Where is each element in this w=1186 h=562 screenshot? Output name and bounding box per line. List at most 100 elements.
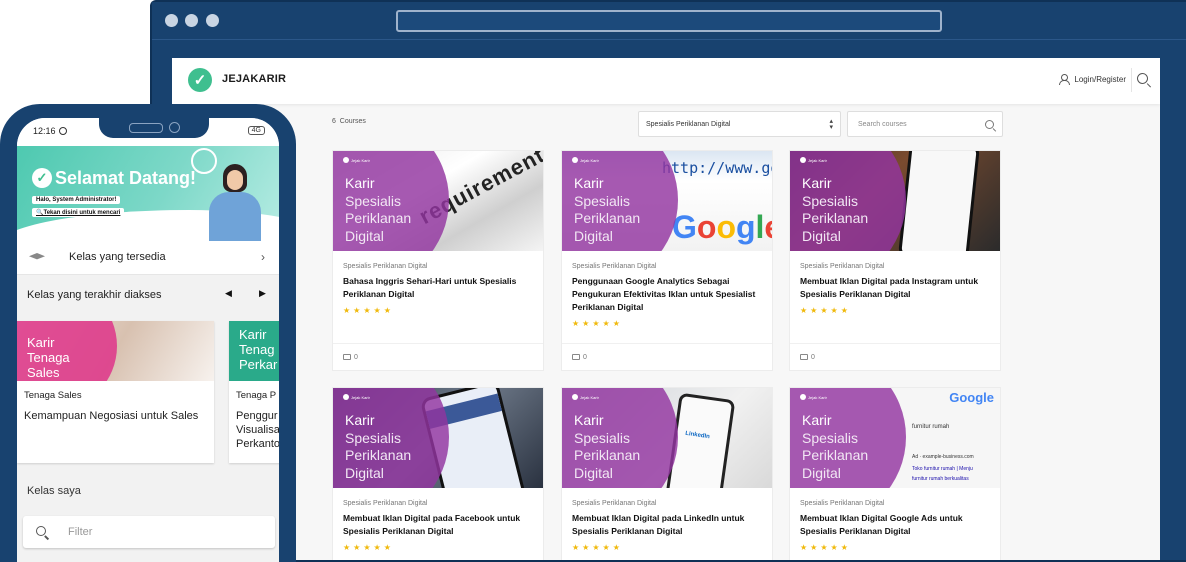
- battery-icon: 4G: [247, 126, 265, 135]
- comment-count: 0: [583, 353, 587, 361]
- logo-icon: ✓: [32, 168, 52, 188]
- my-classes-label: Kelas saya: [27, 485, 81, 497]
- course-card[interactable]: Google furnitur rumah Ad · example-busin…: [789, 387, 1001, 560]
- my-classes-header: Kelas saya: [17, 470, 279, 510]
- card-body: Spesialis Periklanan Digital Membuat Ikl…: [790, 488, 1000, 560]
- mockup-stage: ✓ JEJAKARIR Login/Register 6 Courses Spe…: [0, 0, 1186, 562]
- recent-class-card[interactable]: Karir Tenaga Sales Tenaga Sales Kemampuan …: [17, 321, 214, 463]
- thumb-title: Karir Tenaga Sales: [27, 335, 70, 380]
- rating-stars: ★★★★★: [800, 306, 851, 315]
- card-body: Spesialis Periklanan Digital Bahasa Ingg…: [333, 251, 543, 344]
- course-thumbnail[interactable]: Jejak Karir KarirSpesialisPeriklananDigi…: [333, 388, 543, 488]
- browser-titlebar: [152, 2, 1186, 40]
- phone-notch: [99, 118, 209, 138]
- comment-icon: [343, 354, 351, 360]
- comment-icon: [572, 354, 580, 360]
- chevron-right-icon: ›: [261, 250, 265, 264]
- arrow-left-icon[interactable]: ◀: [225, 288, 232, 299]
- thumb-photo-text: furnitur rumah berkualitas: [912, 476, 969, 482]
- window-dot: [185, 14, 198, 27]
- course-title[interactable]: Membuat Iklan Digital Google Ads untuk S…: [800, 512, 990, 538]
- web-viewport: ✓ JEJAKARIR Login/Register 6 Courses Spe…: [172, 58, 1160, 560]
- available-classes-row[interactable]: Kelas yang tersedia ›: [17, 241, 279, 275]
- thumb-title: Karir Spesialis Periklanan Digital: [574, 412, 641, 481]
- thumb-photo-text: Google: [949, 390, 994, 405]
- nav-divider: [1131, 68, 1132, 92]
- user-icon: [1059, 74, 1071, 85]
- course-title[interactable]: Bahasa Inggris Sehari-Hari untuk Spesial…: [343, 275, 533, 301]
- card-body: Spesialis Periklanan Digital Membuat Ikl…: [790, 251, 1000, 344]
- login-label: Login/Register: [1074, 74, 1126, 84]
- course-thumbnail[interactable]: Jejak Karir KarirSpesialisPeriklananDigi…: [790, 151, 1000, 251]
- card-footer: 0: [333, 344, 543, 370]
- course-title[interactable]: Membuat Iklan Digital pada Instagram unt…: [800, 275, 990, 301]
- course-card[interactable]: Jejak Karir KarirSpesialisPeriklananDigi…: [789, 150, 1001, 371]
- course-title[interactable]: Penggunaan Google Analytics Sebagai Peng…: [572, 275, 762, 314]
- course-thumbnail[interactable]: requirement Jejak Karir Karir Spesialis Pe…: [333, 151, 543, 251]
- thumb-logo: Jejak Karir: [800, 394, 827, 400]
- rating-stars: ★★★★★: [800, 543, 851, 552]
- search-icon: [36, 526, 46, 536]
- course-thumbnail[interactable]: Google furnitur rumah Ad · example-busin…: [790, 388, 1000, 488]
- class-thumbnail: Karir Tenag Perkar: [229, 321, 279, 381]
- thumb-photo-text: Ad · example-business.com: [912, 454, 974, 460]
- window-dot: [165, 14, 178, 27]
- class-thumbnail: Karir Tenaga Sales: [17, 321, 214, 381]
- search-courses-placeholder: Search courses: [858, 121, 907, 128]
- thumb-logo: Jejak Karir: [343, 394, 370, 400]
- course-category: Spesialis Periklanan Digital: [800, 500, 885, 507]
- login-register-link[interactable]: Login/Register: [1059, 74, 1126, 85]
- thumb-title: Karir Spesialis Periklanan Digital: [574, 175, 641, 244]
- welcome-title: Selamat Datang!: [55, 168, 197, 188]
- thumb-logo: Jejak Karir: [343, 157, 370, 163]
- class-title: Kemampuan Negosiasi untuk Sales: [24, 410, 199, 422]
- course-category: Spesialis Periklanan Digital: [572, 263, 657, 270]
- course-card[interactable]: http://www.goog Google Jejak Karir Karir…: [561, 150, 773, 371]
- search-link[interactable]: 🔍Tekan disini untuk mencari: [32, 208, 125, 217]
- card-body: Spesialis Periklanan Digital Membuat Ikl…: [333, 488, 543, 560]
- thumb-title: Karir Tenag Perkar: [239, 327, 278, 372]
- course-thumbnail[interactable]: http://www.goog Google Jejak Karir Karir…: [562, 151, 772, 251]
- thumb-photo-text: http://www.goog: [662, 159, 772, 177]
- brand-name[interactable]: JEJAKARIR: [222, 73, 286, 85]
- class-title: Penggur Visualisa Perkanto: [236, 410, 279, 450]
- chevron-down-icon: ▴ ▾: [829, 118, 833, 131]
- search-icon[interactable]: [1137, 73, 1151, 87]
- recent-classes-label: Kelas yang terakhir diakses: [27, 289, 162, 301]
- card-body: Spesialis Periklanan Digital Membuat Ikl…: [562, 488, 772, 560]
- search-courses-input[interactable]: Search courses: [847, 111, 1003, 137]
- logo-icon[interactable]: ✓: [188, 68, 212, 92]
- welcome-banner: ✓ Selamat Datang! Halo, System Administr…: [17, 146, 279, 241]
- filter-placeholder: Filter: [68, 526, 93, 538]
- welcome-person-illustration: [205, 164, 265, 241]
- card-footer: 0: [562, 344, 772, 370]
- course-card[interactable]: Jejak Karir KarirSpesialisPeriklananDigi…: [332, 387, 544, 560]
- card-body: Spesialis Periklanan Digital Penggunaan …: [562, 251, 772, 344]
- rating-stars: ★★★★★: [572, 543, 623, 552]
- course-category: Spesialis Periklanan Digital: [343, 263, 428, 270]
- thumb-photo-text: furnitur rumah: [912, 424, 950, 430]
- course-title[interactable]: Membuat Iklan Digital pada LinkedIn untu…: [572, 512, 762, 538]
- courses-count-number: 6: [332, 118, 336, 125]
- course-thumbnail[interactable]: Jejak Karir KarirSpesialisPeriklananDigi…: [562, 388, 772, 488]
- arrow-right-icon[interactable]: ▶: [259, 288, 266, 299]
- course-card[interactable]: Jejak Karir KarirSpesialisPeriklananDigi…: [561, 387, 773, 560]
- card-footer: 0: [790, 344, 1000, 370]
- class-category: Tenaga Sales: [24, 390, 82, 401]
- thumb-logo: Jejak Karir: [572, 157, 599, 163]
- category-select[interactable]: Spesialis Periklanan Digital ▴ ▾: [638, 111, 841, 137]
- thumb-title: Karir Spesialis Periklanan Digital: [345, 412, 412, 481]
- recent-classes-header: Kelas yang terakhir diakses ◀ ▶: [17, 275, 279, 315]
- course-title[interactable]: Membuat Iklan Digital pada Facebook untu…: [343, 512, 533, 538]
- graduation-cap-icon: [29, 253, 45, 260]
- comment-icon: [800, 354, 808, 360]
- category-select-value: Spesialis Periklanan Digital: [646, 121, 731, 128]
- rating-stars: ★★★★★: [572, 319, 623, 328]
- filter-input[interactable]: Filter: [23, 516, 275, 548]
- thumb-photo-text: Toko furnitur rumah | Menju: [912, 466, 973, 472]
- address-bar[interactable]: [396, 10, 942, 32]
- comment-count: 0: [811, 353, 815, 361]
- recent-class-card[interactable]: Karir Tenag Perkar Tenaga P Penggur Visuali…: [229, 321, 279, 463]
- course-card[interactable]: requirement Jejak Karir Karir Spesialis Pe…: [332, 150, 544, 371]
- search-icon[interactable]: [985, 120, 994, 129]
